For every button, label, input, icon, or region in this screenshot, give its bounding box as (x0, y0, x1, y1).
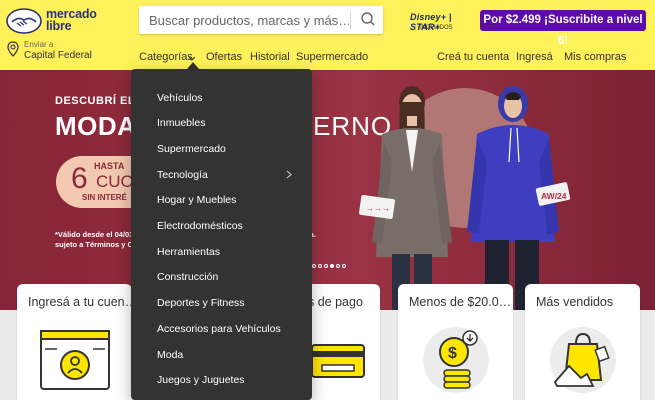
svg-text:→→→: →→→ (366, 204, 390, 213)
installments-sin-interes: SIN INTERÉ (82, 193, 127, 202)
card-best-sellers[interactable]: Más vendidos (525, 284, 640, 400)
hero-headline: MODA (55, 111, 137, 141)
subscribe-promo-button[interactable]: Por $2.499 ¡Suscribite a nivel 6! (480, 10, 646, 47)
dropdown-item-juegos-juguetes[interactable]: Juegos y Juguetes (157, 374, 245, 386)
handshake-icon (6, 8, 42, 34)
dropdown-item-hogar-muebles[interactable]: Hogar y Muebles (157, 194, 236, 206)
search-input[interactable] (149, 11, 349, 29)
card-login[interactable]: Ingresá a tu cuen… (17, 284, 132, 400)
nav-history[interactable]: Historial (250, 51, 290, 63)
carousel-dots[interactable] (312, 255, 352, 268)
card-title: Ingresá a tu cuen… (28, 295, 132, 309)
carousel-dot[interactable] (324, 264, 328, 268)
dropdown-item-deportes-fitness[interactable]: Deportes y Fitness (157, 297, 245, 309)
shopping-bag-icon (550, 327, 616, 393)
nav-login[interactable]: Ingresá (516, 51, 553, 63)
categories-dropdown: Vehículos Inmuebles Supermercado Tecnolo… (131, 69, 312, 400)
svg-text:$: $ (448, 345, 457, 362)
chevron-right-icon (286, 170, 292, 179)
card-title: Más vendidos (536, 295, 614, 309)
dropdown-item-moda[interactable]: Moda (157, 349, 183, 361)
search-divider (350, 11, 351, 29)
payment-card-icon (311, 344, 365, 378)
location-pin-icon (7, 41, 19, 57)
carousel-dot[interactable] (318, 264, 322, 268)
dropdown-item-electrodomesticos[interactable]: Electrodomésticos (157, 220, 243, 232)
header: mercado libre Disney+ | STAR+ INCLUIDOS … (0, 0, 655, 70)
installments-number: 6 (71, 162, 88, 195)
dropdown-item-vehiculos[interactable]: Vehículos (157, 92, 203, 104)
dropdown-item-accesorios-vehiculos[interactable]: Accesorios para Vehículos (157, 323, 281, 335)
carousel-dot-active[interactable] (330, 264, 334, 268)
disney-star-sub: INCLUIDOS (420, 25, 453, 31)
nav-offers[interactable]: Ofertas (206, 51, 242, 63)
nav-my-purchases[interactable]: Mis compras (564, 51, 626, 63)
carousel-dot[interactable] (312, 264, 316, 268)
hero-banner[interactable]: DESCUBRÍ EL A MODA ERNO HASTA 6 CUOTAS S… (0, 70, 655, 310)
svg-text:AW/24: AW/24 (541, 191, 567, 201)
carousel-dot[interactable] (336, 264, 340, 268)
dropdown-item-tecnologia[interactable]: Tecnología (157, 169, 208, 181)
carousel-dot[interactable] (342, 264, 346, 268)
card-title: Menos de $20.0… (409, 295, 512, 309)
nav-categories[interactable]: Categorías (139, 51, 193, 63)
dropdown-item-supermercado[interactable]: Supermercado (157, 143, 226, 155)
aw24-tag-icon: AW/24 (535, 182, 571, 206)
search-icon[interactable] (353, 6, 383, 34)
price-tag-left-icon: →→→ (359, 194, 395, 220)
nav-create-account[interactable]: Creá tu cuenta (437, 51, 509, 63)
mercadolibre-logo[interactable]: mercado libre (6, 6, 110, 36)
search-bar (139, 6, 383, 34)
hero-legal: *Válido desde el 04/03 sujeto a Términos… (55, 230, 138, 249)
user-account-icon (40, 330, 110, 390)
logo-text: mercado libre (46, 7, 97, 33)
dropdown-item-inmuebles[interactable]: Inmuebles (157, 117, 205, 129)
dropdown-caret (187, 62, 199, 69)
location-label: Enviar a (24, 40, 54, 49)
location-value: Capital Federal (24, 50, 92, 61)
dollar-coin-icon: $ (423, 327, 489, 393)
dropdown-item-construccion[interactable]: Construcción (157, 271, 218, 283)
nav-supermarket[interactable]: Supermercado (296, 51, 368, 63)
disney-star-banner[interactable]: Disney+ | STAR+ INCLUIDOS (410, 12, 476, 34)
shipping-location[interactable]: Enviar a Capital Federal (7, 40, 117, 64)
installments-hasta: HASTA (94, 161, 125, 171)
dropdown-item-herramientas[interactable]: Herramientas (157, 246, 220, 258)
card-under-20k[interactable]: Menos de $20.0… $ (398, 284, 513, 400)
chevron-down-icon (188, 56, 196, 61)
card-title: s de pago (308, 295, 363, 309)
